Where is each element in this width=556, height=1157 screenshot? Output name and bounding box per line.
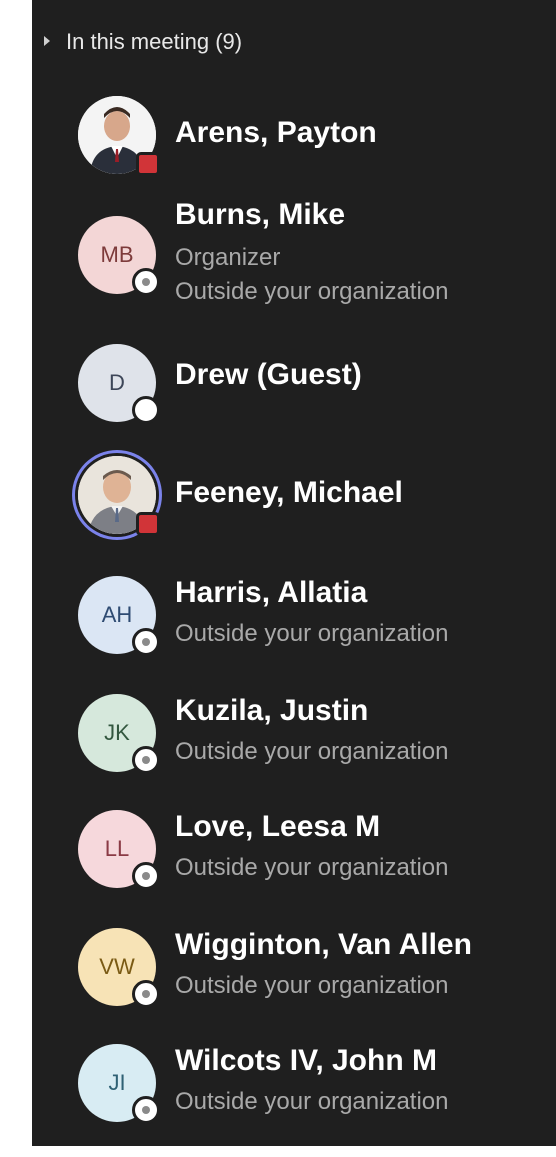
participant-org: Outside your organization <box>175 1088 449 1115</box>
participant-row[interactable]: Feeney, Michael <box>32 446 556 546</box>
avatar-initials: LL <box>104 836 130 861</box>
avatar-initials: D <box>109 370 125 395</box>
avatar: JI <box>78 1044 160 1124</box>
participant-row[interactable]: Arens, Payton <box>32 84 556 184</box>
participant-name: Harris, Allatia <box>175 576 368 609</box>
participant-name: Drew (Guest) <box>175 358 362 391</box>
avatar-initials: JI <box>108 1070 126 1095</box>
mic-off-badge <box>136 512 160 536</box>
participant-row[interactable]: VW Wigginton, Van Allen Outside your org… <box>32 918 556 1018</box>
participant-name: Burns, Mike <box>175 198 346 231</box>
section-title: In this meeting (9) <box>66 29 243 54</box>
participant-org: Outside your organization <box>175 278 449 305</box>
collapse-caret-icon[interactable] <box>44 36 50 46</box>
in-meeting-section-header[interactable]: In this meeting (9) <box>42 22 242 62</box>
participant-name: Wilcots IV, John M <box>175 1044 437 1077</box>
participant-name: Feeney, Michael <box>175 476 403 509</box>
participants-panel: In this meeting (9) Arens, Payton MB Bur… <box>32 0 556 1146</box>
participant-row[interactable]: JK Kuzila, Justin Outside your organizat… <box>32 684 556 784</box>
avatar-initials: JK <box>104 720 130 745</box>
participant-org: Outside your organization <box>175 854 449 881</box>
avatar: MB <box>78 216 160 296</box>
participant-name: Arens, Payton <box>175 116 377 149</box>
status-unknown-badge <box>132 980 160 1008</box>
avatar: VW <box>78 928 160 1008</box>
participant-row[interactable]: LL Love, Leesa M Outside your organizati… <box>32 800 556 900</box>
avatar <box>78 96 160 176</box>
avatar-initials: VW <box>99 954 135 979</box>
participant-role: Organizer <box>175 244 281 271</box>
participant-name: Wigginton, Van Allen <box>175 928 472 961</box>
status-unknown-badge <box>132 746 160 774</box>
avatar-initials: AH <box>101 602 133 627</box>
participant-name: Kuzila, Justin <box>175 694 369 727</box>
participant-row[interactable]: AH Harris, Allatia Outside your organiza… <box>32 566 556 666</box>
avatar: D <box>78 344 160 424</box>
mic-off-badge <box>136 152 160 176</box>
participant-org: Outside your organization <box>175 738 449 765</box>
participant-org: Outside your organization <box>175 620 449 647</box>
avatar-initials: MB <box>100 242 134 267</box>
status-unknown-badge <box>132 1096 160 1124</box>
avatar: LL <box>78 810 160 890</box>
participant-name: Love, Leesa M <box>175 810 381 843</box>
status-unknown-badge <box>132 862 160 890</box>
status-badge <box>132 396 160 424</box>
status-unknown-badge <box>132 268 160 296</box>
avatar: JK <box>78 694 160 774</box>
avatar: AH <box>78 576 160 656</box>
participant-org: Outside your organization <box>175 972 449 999</box>
participant-row[interactable]: D Drew (Guest) <box>32 336 556 436</box>
participant-row[interactable]: JI Wilcots IV, John M Outside your organ… <box>32 1034 556 1134</box>
avatar-speaking <box>78 456 160 536</box>
status-unknown-badge <box>132 628 160 656</box>
participant-row[interactable]: MB Burns, Mike Organizer Outside your or… <box>32 194 556 314</box>
